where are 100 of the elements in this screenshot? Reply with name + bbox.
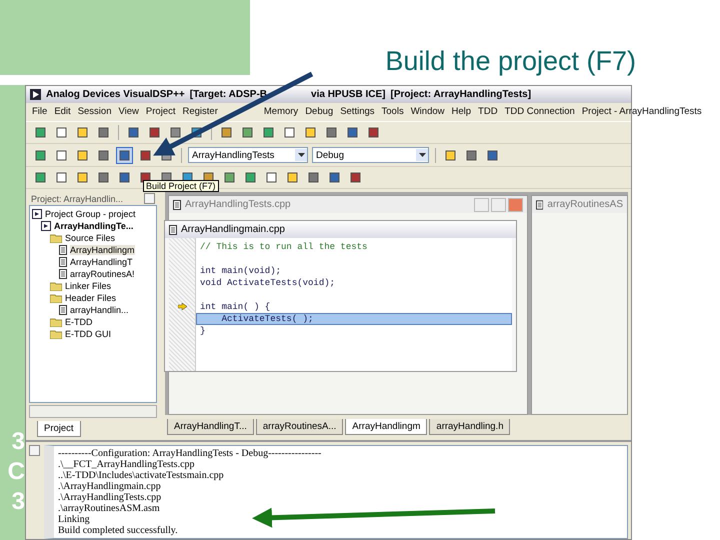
project-icon [41,221,51,232]
menu-item[interactable]: Edit [54,106,71,118]
toolbar-icon [77,172,88,184]
slide-title: Build the project (F7) [384,45,637,78]
menu-item[interactable]: Project [146,106,176,118]
document-icon [173,200,181,210]
menu-item[interactable]: View [118,106,139,118]
caret-icon [298,153,304,158]
tree-item[interactable]: Project Group - project [45,209,136,220]
window-title: [Target: ADSP-B [190,88,268,100]
document-tab[interactable]: ArrayHandlingT... [167,419,254,436]
menu-item[interactable]: Tools [382,106,404,118]
document-icon [59,269,67,280]
menu-item[interactable]: TDD Connection [504,106,575,118]
scrollbar[interactable] [29,405,157,418]
document-tab[interactable]: arrayRoutinesA... [256,419,344,436]
menu-item[interactable]: Session [78,106,112,118]
document-icon [59,305,67,316]
toolbar-icon [242,127,253,138]
folder-icon [50,294,62,303]
tree-item[interactable]: ArrayHandlingTe... [54,221,134,232]
tree-item[interactable]: E-TDD [65,317,92,328]
arrow-icon [178,302,186,310]
document-tab[interactable]: arrayHandling.h [429,419,510,436]
toolbar-icon [35,172,46,184]
toolbar-icon [119,172,130,184]
toolbar-icon [119,150,130,161]
window-title: Analog Devices VisualDSP++ [46,88,185,100]
menu-item[interactable]: Project - ArrayHandlingTests [582,106,702,118]
toolbar-icon [56,172,67,184]
project-dropdown[interactable]: ArrayHandlingTests [188,147,308,164]
output-line: .\arrayRoutinesASM.asm [58,503,160,514]
toolbar-icon [305,127,316,138]
menu-item[interactable]: Settings [340,106,375,118]
configuration-dropdown[interactable]: Debug [312,147,429,164]
code-line: void ActivateTests(void); [199,277,336,290]
panel-title: Project: ArrayHandlin... [31,194,124,204]
code-line: // This is to run all the tests [199,241,368,254]
menu-item[interactable]: File [32,106,48,118]
output-line: .\ArrayHandlingTests.cpp [58,492,162,504]
toolbar-icon [170,127,181,138]
menu-item[interactable]: TDD [478,106,498,118]
slide-text: 3 [12,490,25,514]
tree-item[interactable]: ArrayHandlingm [70,245,135,256]
window-title: ArrayHandlingTests.cpp [185,199,291,210]
code-line: int main( ) { [199,301,272,314]
toolbar-icon [245,172,256,184]
tree-item[interactable]: Source Files [65,233,116,244]
toolbar-icon [263,127,274,138]
folder-icon [50,282,62,291]
tree-item[interactable]: ArrayHandlingT [70,257,133,268]
document-icon [59,257,67,268]
menu-item[interactable]: Debug [305,106,334,118]
toolbar-icon [56,150,67,161]
menu-item[interactable]: Help [452,106,472,118]
folder-icon [50,330,62,339]
toolbar-icon [77,127,88,138]
toolbar-icon [308,172,319,184]
panel-tab[interactable]: Project [37,421,81,438]
close-button[interactable] [29,445,40,456]
toolbar-icon [445,150,456,161]
toolbar-icon [149,127,160,138]
toolbar-icon [284,127,295,138]
code-line: int main(void); [199,265,282,278]
window-title: [Project: ArrayHandlingTests] [390,88,532,100]
window-title: arrayRoutinesAS [547,199,623,210]
toolbar-icon [128,127,139,138]
toolbar-icon [329,172,340,184]
output-line: .\ArrayHandlingmain.cpp [58,481,161,492]
close-button[interactable] [144,193,155,204]
slide-text: 3 [12,430,25,454]
toolbar-icon [350,172,361,184]
output-line: .\__FCT_ArrayHandlingTests.cpp [58,459,195,470]
menu-item[interactable]: Memory [264,106,298,118]
toolbar-icon [98,127,109,138]
output-line: Build completed successfully. [58,525,178,536]
folder-icon [50,234,62,243]
toolbar-icon [140,150,151,161]
tooltip: Build Project (F7) [143,180,219,192]
toolbar-icon [35,127,46,138]
tree-item[interactable]: Linker Files [65,281,112,292]
window-title: via HPUSB ICE] [311,88,386,100]
document-icon [59,245,67,256]
menu-item[interactable]: Window [410,106,444,118]
tree-item[interactable]: E-TDD GUI [65,329,111,340]
toolbar-icon [224,172,235,184]
tree-item[interactable]: arrayHandlin... [70,305,129,316]
slide-text: C [8,460,25,484]
window-title: ArrayHandlingmain.cpp [181,224,285,236]
tree-item[interactable]: arrayRoutinesA! [70,269,135,280]
tree-item[interactable]: Header Files [65,293,116,304]
toolbar-icon [56,127,67,138]
caret-icon [418,153,426,158]
document-tab[interactable]: ArrayHandlingm [345,419,428,436]
toolbar-icon [98,150,109,161]
toolbar-button[interactable] [116,146,133,164]
code-line: } [199,325,206,338]
project-icon [32,209,42,220]
toolbar-icon [98,172,109,184]
menu-item[interactable]: Register [182,106,218,118]
